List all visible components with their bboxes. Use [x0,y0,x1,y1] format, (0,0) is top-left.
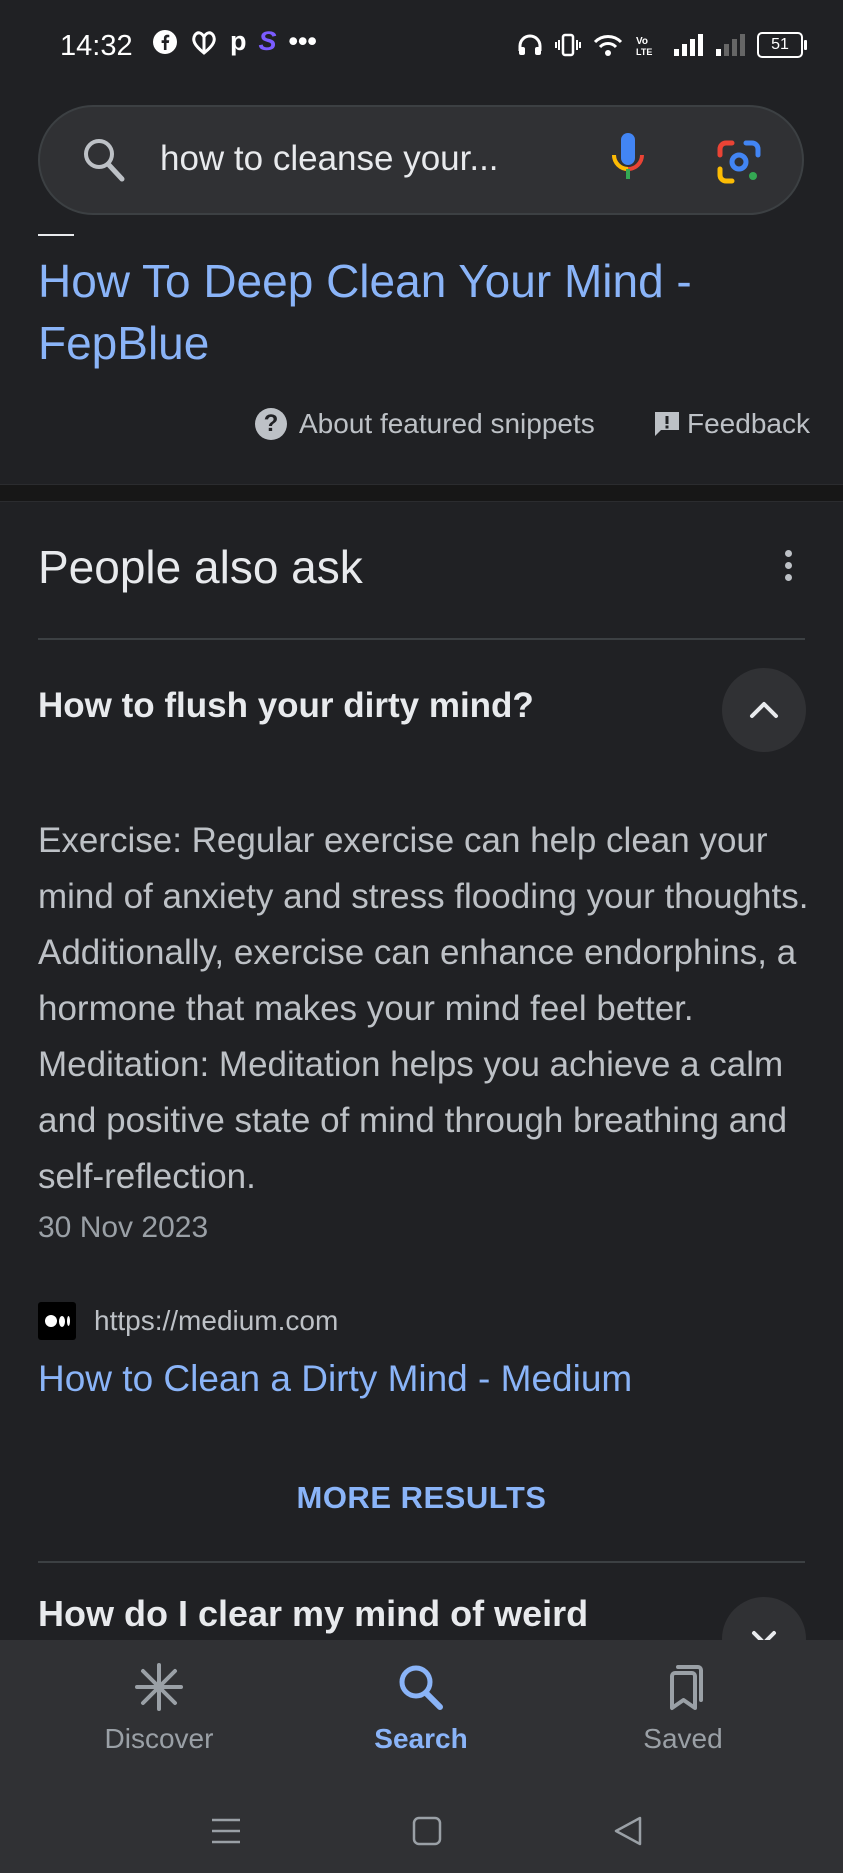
headphones-icon [518,34,542,55]
system-icons: Vo LTE 51 [517,32,807,58]
source-url[interactable]: https://medium.com [94,1305,338,1337]
medium-favicon-icon [38,1302,76,1340]
about-featured-snippets[interactable]: ? About featured snippets [255,408,595,440]
bottom-navigation: Discover Search Saved [0,1640,843,1873]
volte-icon: VoLTE [636,36,652,57]
divider [38,638,805,640]
battery-icon: 51 [757,32,807,58]
svg-text:LTE: LTE [636,47,652,57]
status-bar: 14:32 p S ••• Vo LTE 51 [0,0,843,100]
feedback-label: Feedback [687,408,810,439]
feedback-icon [655,412,679,436]
status-time: 14:32 [60,30,133,62]
bookmarks-icon [670,1665,703,1710]
home-icon[interactable] [411,1815,443,1847]
back-icon[interactable] [612,1815,644,1847]
collapse-button[interactable] [722,668,806,752]
nav-discover[interactable]: Discover [59,1662,259,1755]
help-icon: ? [255,408,287,440]
more-results-button[interactable]: MORE RESULTS [0,1480,843,1516]
nav-search[interactable]: Search [321,1662,521,1755]
heart-hands-icon [192,30,216,55]
menu-icon[interactable] [210,1816,242,1846]
featured-snippet-link[interactable]: How To Deep Clean Your Mind - FepBlue [38,250,778,374]
p-app-icon: p [230,26,247,56]
search-bar[interactable]: how to cleanse your... [38,105,804,215]
microphone-icon[interactable] [608,129,648,189]
nav-search-label: Search [374,1723,468,1754]
feedback-button[interactable]: Feedback [653,408,810,440]
s-app-icon: S [258,26,277,56]
svg-text:Vo: Vo [636,36,648,47]
chevron-up-icon [750,702,778,718]
more-dots-icon: ••• [288,26,317,56]
paa-answer: Exercise: Regular exercise can help clea… [38,821,809,1196]
people-also-ask-title: People also ask [38,541,363,593]
section-divider [0,484,843,502]
facebook-icon [153,29,177,54]
nav-discover-label: Discover [104,1723,214,1754]
search-input[interactable]: how to cleanse your... [160,139,499,179]
notification-icons: p S ••• [152,28,317,55]
more-options-icon[interactable] [783,550,793,586]
signal-weak-icon [716,34,745,56]
nav-saved-label: Saved [643,1723,723,1754]
nav-saved[interactable]: Saved [583,1662,783,1755]
asterisk-icon [135,1663,183,1711]
answer-date: 30 Nov 2023 [38,1211,209,1244]
wifi-icon [593,35,623,56]
about-featured-snippets-label: About featured snippets [299,408,595,439]
paa-question[interactable]: How do I clear my mind of weird [38,1593,588,1635]
vibrate-icon [555,33,581,57]
search-icon [399,1665,443,1710]
source-row[interactable]: https://medium.com [38,1302,338,1340]
source-title-link[interactable]: How to Clean a Dirty Mind - Medium [38,1358,632,1400]
signal-icon [674,34,703,56]
divider [38,1561,805,1563]
search-icon[interactable] [82,137,126,183]
system-navigation-bar [0,1812,843,1852]
divider [38,234,74,236]
google-lens-icon[interactable] [716,139,762,185]
paa-question[interactable]: How to flush your dirty mind? [38,686,534,726]
